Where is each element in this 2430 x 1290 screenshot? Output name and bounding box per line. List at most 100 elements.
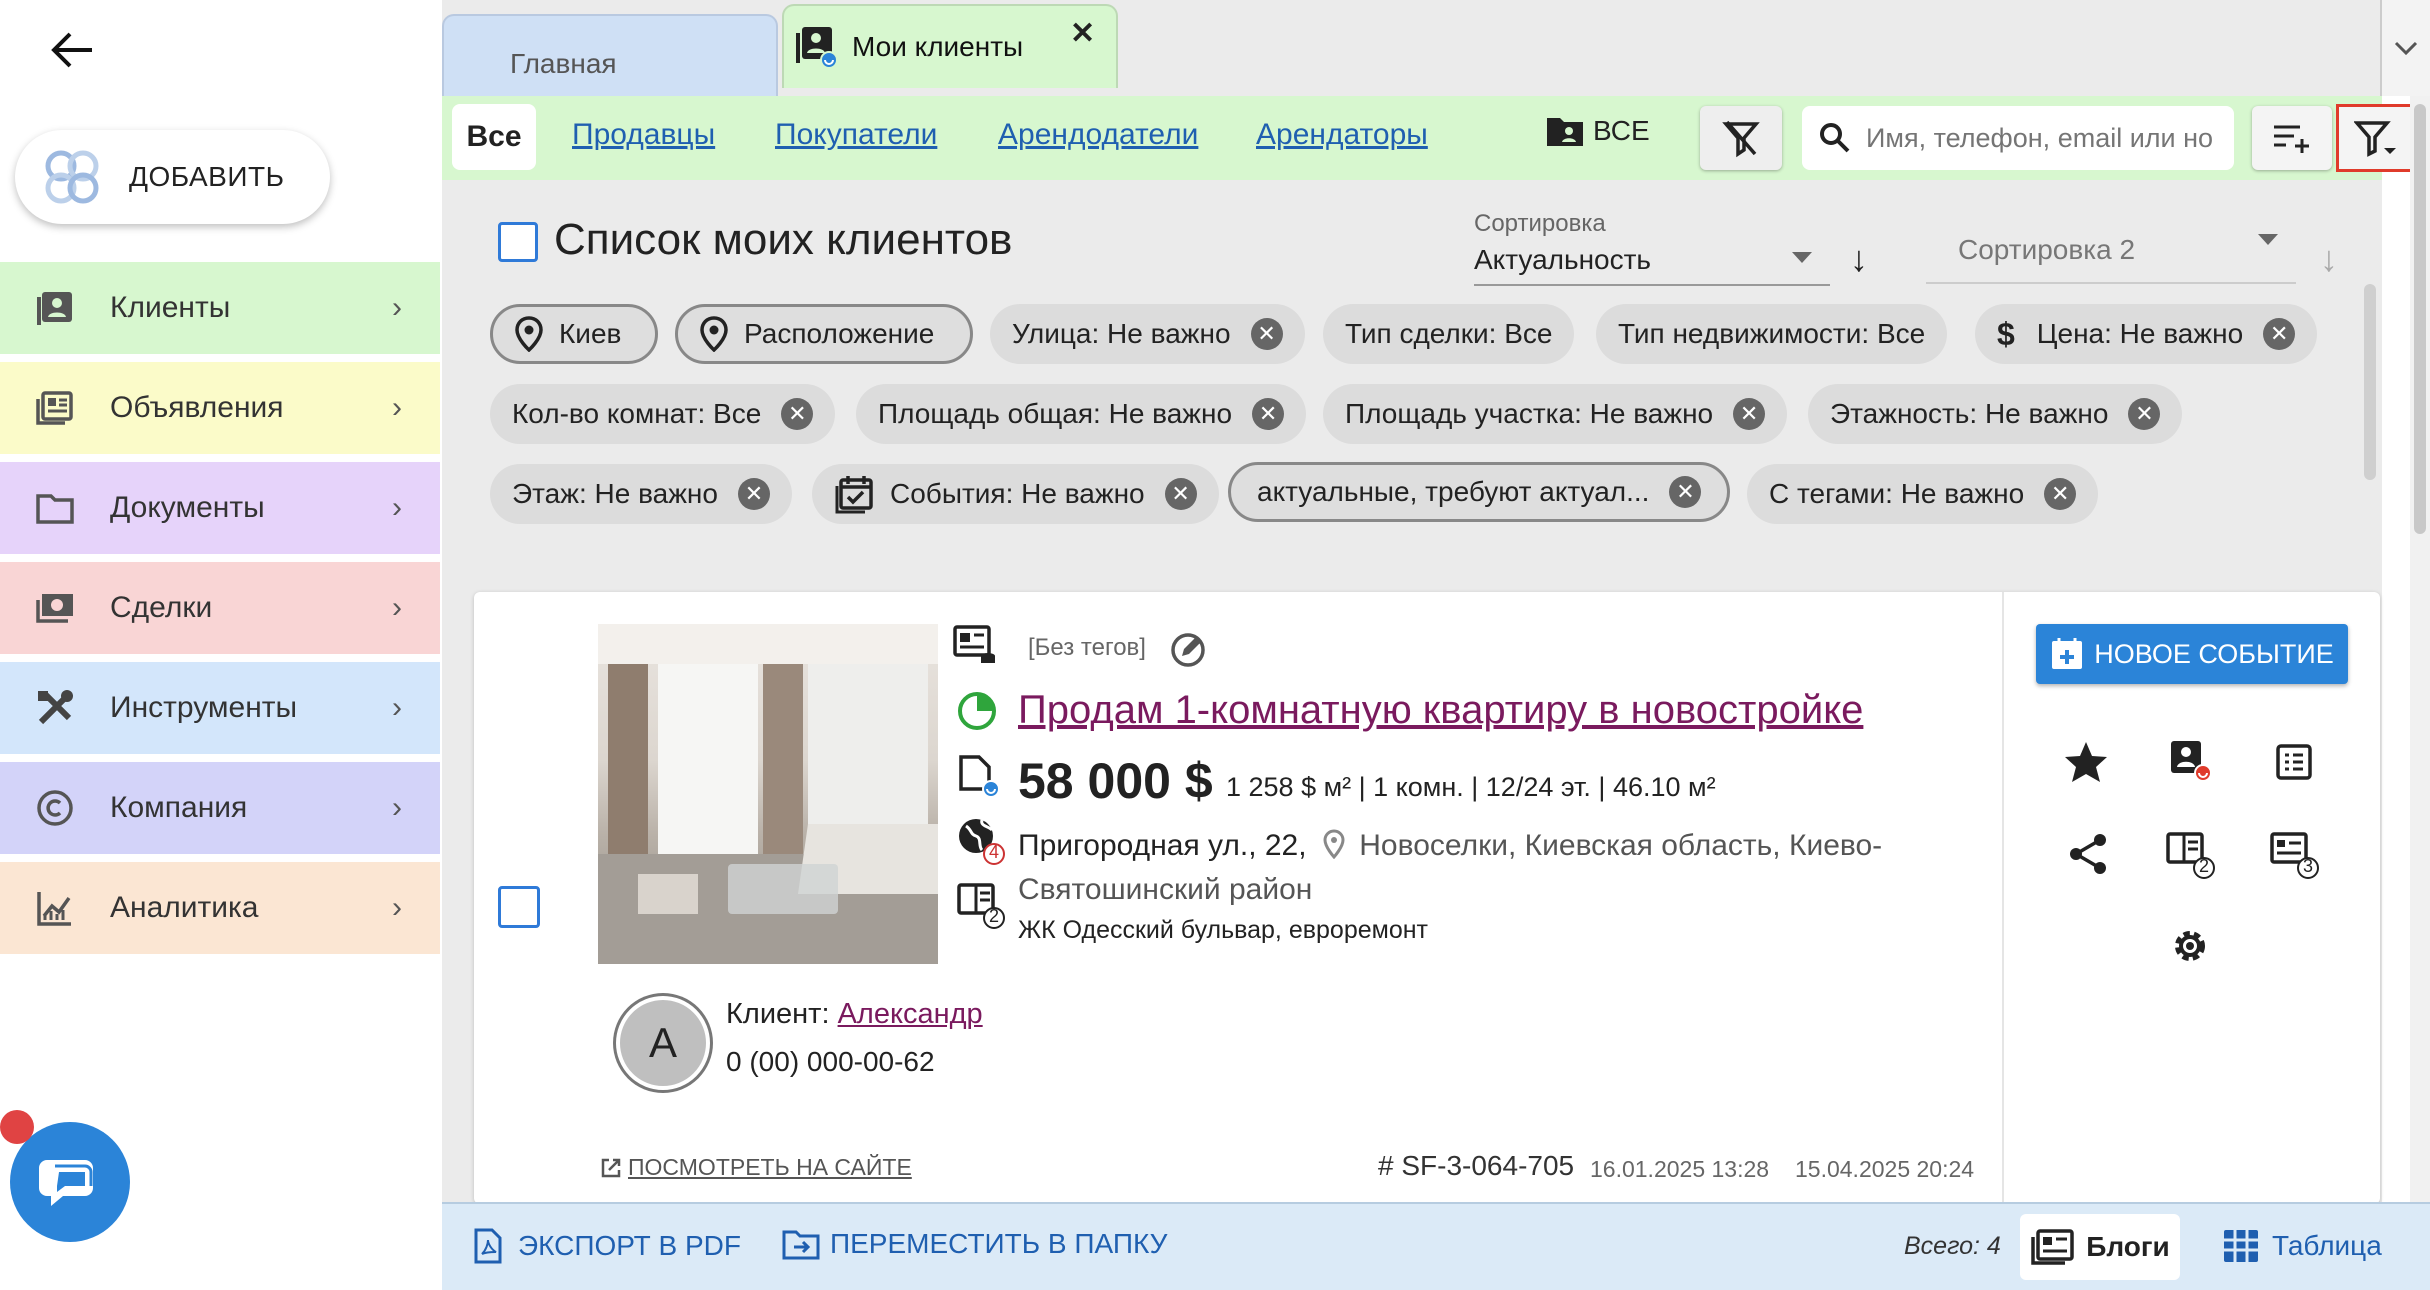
sidebar-item-clients[interactable]: Клиенты › xyxy=(0,262,440,358)
view-on-site-label: ПОСМОТРЕТЬ НА САЙТЕ xyxy=(628,1154,912,1180)
chip-floors[interactable]: Этажность: Не важно ✕ xyxy=(1808,384,2183,444)
chevron-down-icon xyxy=(2394,41,2418,56)
list-title: Список моих клиентов xyxy=(554,215,1013,264)
chip-total-area[interactable]: Площадь общая: Не важно ✕ xyxy=(856,384,1307,444)
chip-status[interactable]: актуальные, требуют актуал... ✕ xyxy=(1228,462,1730,522)
listing-count-icon[interactable]: 2 xyxy=(956,880,1006,935)
listings-badge-icon[interactable]: 2 xyxy=(2164,828,2216,880)
chip-remove-icon[interactable]: ✕ xyxy=(737,478,770,510)
tab-label: Мои клиенты xyxy=(852,31,1024,62)
view-table-button[interactable]: Таблица xyxy=(2222,1228,2382,1264)
client-avatar[interactable]: A xyxy=(616,996,710,1090)
back-button[interactable] xyxy=(40,22,104,78)
sort1-select[interactable]: Актуальность xyxy=(1474,236,1830,286)
add-button-label: ДОБАВИТЬ xyxy=(129,161,285,192)
chip-label: Улица: Не важно xyxy=(1012,318,1231,349)
chip-land-area[interactable]: Площадь участка: Не важно ✕ xyxy=(1323,384,1788,444)
tab-my-clients[interactable]: Мои клиенты xyxy=(782,4,1118,88)
chip-tags[interactable]: С тегами: Не важно ✕ xyxy=(1747,464,2099,524)
chip-remove-icon[interactable]: ✕ xyxy=(781,398,814,430)
view-blogs-button[interactable]: Блоги xyxy=(2020,1214,2180,1280)
chip-remove-icon[interactable]: ✕ xyxy=(2128,398,2161,430)
chip-price[interactable]: $ Цена: Не важно ✕ xyxy=(1975,304,2318,364)
chip-remove-icon[interactable]: ✕ xyxy=(1252,398,1285,430)
sidebar-item-label: Объявления xyxy=(110,391,284,424)
edit-tags-icon[interactable] xyxy=(1168,630,1208,675)
segment-sellers[interactable]: Продавцы xyxy=(572,118,715,152)
sort2-select[interactable]: Сортировка 2 xyxy=(1926,218,2296,284)
sidebar-item-company[interactable]: Компания › xyxy=(0,762,440,858)
client-name-link[interactable]: Александр xyxy=(838,998,983,1030)
chip-property-type[interactable]: Тип недвижимости: Все xyxy=(1596,304,1948,364)
chip-location[interactable]: Расположение xyxy=(675,304,973,364)
selections-badge-icon[interactable]: 3 xyxy=(2268,828,2320,880)
search-input[interactable] xyxy=(1866,122,2226,154)
export-pdf-button[interactable]: ЭКСПОРТ В PDF xyxy=(472,1228,741,1264)
card-select-checkbox[interactable] xyxy=(498,886,540,928)
filters-scrollbar-thumb[interactable] xyxy=(2364,284,2376,480)
updated-date: 15.04.2025 20:24 xyxy=(1795,1156,1975,1182)
segment-landlords[interactable]: Арендодатели xyxy=(998,118,1198,152)
listing-photo[interactable] xyxy=(598,624,938,964)
chip-remove-icon[interactable]: ✕ xyxy=(1733,398,1766,430)
new-event-button[interactable]: НОВОЕ СОБЫТИЕ xyxy=(2036,624,2348,684)
chevron-right-icon: › xyxy=(392,391,402,424)
chevron-right-icon: › xyxy=(392,691,402,724)
chip-remove-icon[interactable]: ✕ xyxy=(1250,318,1283,350)
sort1-direction-icon[interactable]: ↓ xyxy=(1850,238,1868,280)
chip-remove-icon[interactable]: ✕ xyxy=(1164,478,1197,510)
chip-rooms[interactable]: Кол-во комнат: Все ✕ xyxy=(490,384,836,444)
tab-home[interactable]: Главная xyxy=(442,14,778,96)
chevron-right-icon: › xyxy=(392,891,402,924)
sidebar-item-documents[interactable]: Документы › xyxy=(0,462,440,558)
dollar-icon: $ xyxy=(1997,315,2015,352)
chip-city[interactable]: Киев xyxy=(490,304,658,364)
sidebar-item-deals[interactable]: Сделки › xyxy=(0,562,440,658)
chat-button[interactable] xyxy=(10,1122,130,1242)
sort2-direction-icon[interactable]: ↓ xyxy=(2320,238,2338,280)
chip-label: Площадь общая: Не важно xyxy=(878,398,1233,429)
chip-remove-icon[interactable]: ✕ xyxy=(2263,318,2296,350)
select-all-checkbox[interactable] xyxy=(498,222,538,262)
sort2-placeholder: Сортировка 2 xyxy=(1958,234,2136,265)
sidebar-item-tools[interactable]: Инструменты › xyxy=(0,662,440,758)
sidebar-item-listings[interactable]: Объявления › xyxy=(0,362,440,458)
segment-all[interactable]: Все xyxy=(452,104,536,170)
chip-street[interactable]: Улица: Не важно ✕ xyxy=(990,304,1305,364)
add-sort-button[interactable] xyxy=(2252,106,2332,170)
created-date: 16.01.2025 13:28 xyxy=(1590,1156,1770,1182)
chip-events[interactable]: События: Не важно ✕ xyxy=(812,464,1219,524)
clear-filters-button[interactable] xyxy=(1700,106,1782,170)
notification-dot xyxy=(0,1110,34,1144)
chip-deal-type[interactable]: Тип сделки: Все xyxy=(1323,304,1575,364)
chip-remove-icon[interactable]: ✕ xyxy=(1669,476,1702,508)
caret-down-icon xyxy=(2258,234,2278,245)
tabs-dropdown-button[interactable] xyxy=(2380,0,2430,96)
sidebar-item-label: Инструменты xyxy=(110,691,298,724)
contract-icon xyxy=(956,754,1002,805)
page-scrollbar-thumb[interactable] xyxy=(2414,104,2426,534)
filter-off-icon xyxy=(1722,120,1760,158)
listing-source-icon[interactable] xyxy=(952,622,998,673)
view-on-site-link[interactable]: ПОСМОТРЕТЬ НА САЙТЕ xyxy=(600,1154,912,1181)
listing-address: Пригородная ул., 22, Новоселки, Киевская… xyxy=(1018,826,1938,910)
chip-remove-icon[interactable]: ✕ xyxy=(2044,478,2077,510)
filter-menu-button[interactable] xyxy=(2336,104,2416,172)
blogs-view-icon xyxy=(2031,1229,2074,1265)
chip-floor[interactable]: Этаж: Не важно ✕ xyxy=(490,464,792,524)
list-view-icon[interactable] xyxy=(2268,736,2320,788)
segment-tenants[interactable]: Арендаторы xyxy=(1256,118,1428,152)
folder-all-button[interactable]: ВСЕ xyxy=(1545,114,1650,148)
share-icon[interactable] xyxy=(2062,828,2114,880)
listing-title-link[interactable]: Продам 1-комнатную квартиру в новостройк… xyxy=(1018,688,1863,733)
segment-buyers[interactable]: Покупатели xyxy=(775,118,937,152)
close-tab-icon[interactable]: ✕ xyxy=(1070,16,1095,51)
favorite-star-icon[interactable] xyxy=(2060,736,2112,788)
settings-gear-icon[interactable] xyxy=(2164,920,2216,972)
sidebar-item-analytics[interactable]: Аналитика › xyxy=(0,862,440,958)
add-button[interactable]: ДОБАВИТЬ xyxy=(15,130,330,224)
client-profile-icon[interactable] xyxy=(2164,734,2216,786)
move-to-folder-button[interactable]: ПЕРЕМЕСТИТЬ В ПАПКУ xyxy=(782,1228,1167,1260)
globe-badge-icon[interactable]: 4 xyxy=(956,816,1006,871)
card-tags: [Без тегов] xyxy=(1028,634,1146,661)
